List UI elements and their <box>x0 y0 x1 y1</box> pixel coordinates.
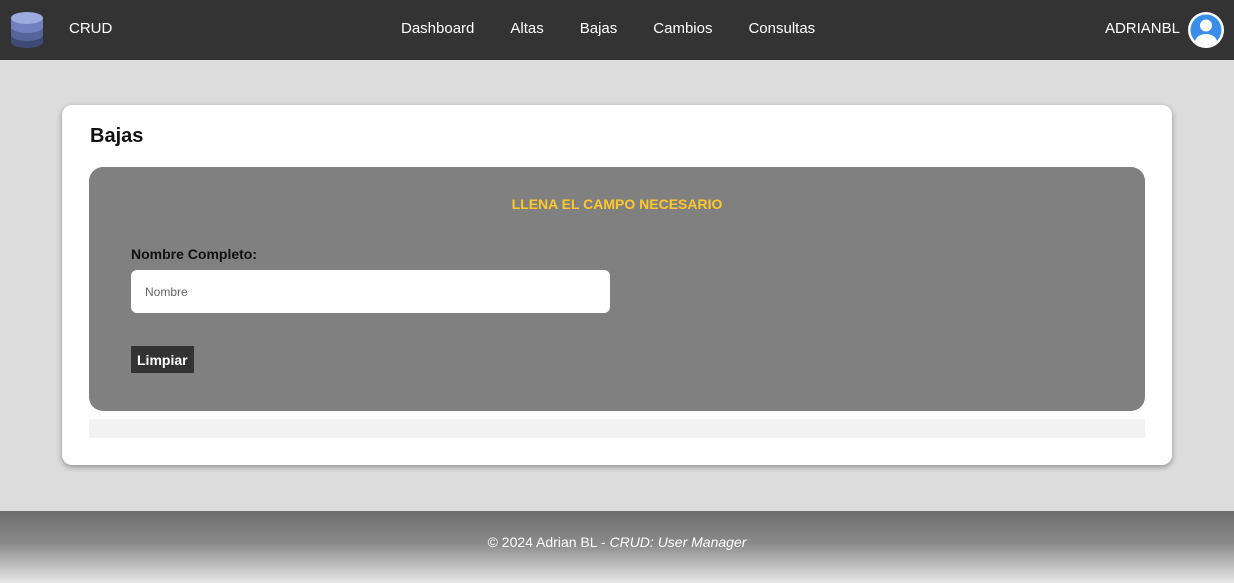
brand-name[interactable]: CRUD <box>69 20 112 37</box>
footer-copyright: © 2024 Adrian BL - CRUD: User Manager <box>0 534 1234 550</box>
main-nav: Dashboard Altas Bajas Cambios Consultas <box>401 20 851 37</box>
database-icon <box>11 12 43 48</box>
clear-button[interactable]: Limpiar <box>131 346 194 373</box>
main-card: Bajas LLENA EL CAMPO NECESARIO Nombre Co… <box>62 105 1172 465</box>
nav-bajas[interactable]: Bajas <box>580 20 618 37</box>
footer-app-name: CRUD: User Manager <box>609 534 747 550</box>
nav-altas[interactable]: Altas <box>510 20 543 37</box>
username[interactable]: ADRIANBL <box>1105 20 1180 37</box>
footer-prefix: © 2024 Adrian BL - <box>487 534 610 550</box>
footer: © 2024 Adrian BL - CRUD: User Manager <box>0 511 1234 583</box>
nav-consultas[interactable]: Consultas <box>748 20 815 37</box>
results-area <box>89 419 1145 438</box>
form-notice: LLENA EL CAMPO NECESARIO <box>511 196 723 212</box>
top-navbar: CRUD Dashboard Altas Bajas Cambios Consu… <box>0 0 1234 60</box>
full-name-label: Nombre Completo: <box>131 246 257 262</box>
full-name-input[interactable] <box>131 270 610 313</box>
nav-dashboard[interactable]: Dashboard <box>401 20 474 37</box>
page-title: Bajas <box>90 125 144 147</box>
user-avatar-icon[interactable] <box>1188 12 1224 48</box>
nav-cambios[interactable]: Cambios <box>653 20 712 37</box>
delete-form-panel: LLENA EL CAMPO NECESARIO Nombre Completo… <box>89 167 1145 411</box>
